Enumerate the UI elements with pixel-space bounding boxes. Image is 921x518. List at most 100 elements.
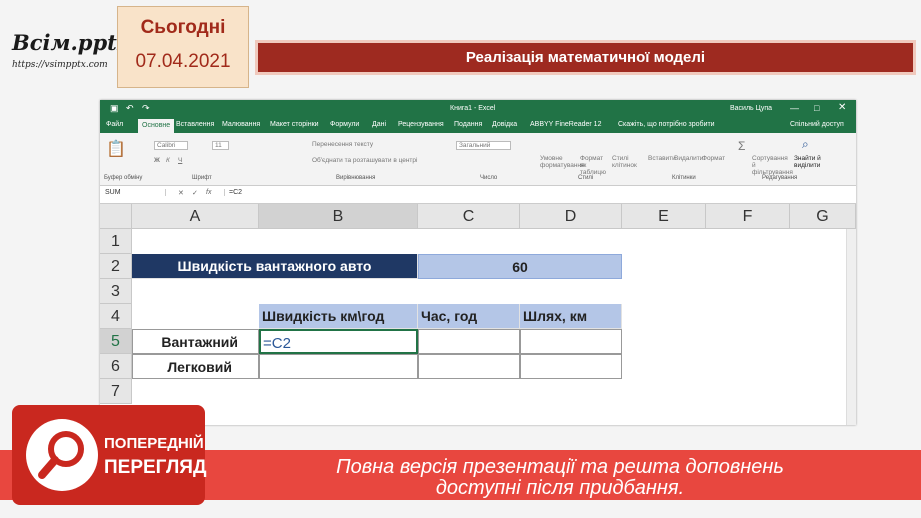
- italic-icon[interactable]: К: [166, 157, 170, 164]
- tell-me-search[interactable]: Скажіть, що потрібно зробити: [618, 121, 715, 128]
- preview-badge: ПОПЕРЕДНІЙ ПЕРЕГЛЯД: [12, 405, 207, 505]
- sort-filter-button[interactable]: Сортування й фільтрування: [752, 155, 793, 176]
- formula-input[interactable]: =C2: [224, 189, 849, 196]
- excel-title-bar: ▣ ↶ ↷ Книга1 - Excel Василь Цупа — □ ✕: [100, 100, 856, 118]
- maximize-icon[interactable]: □: [814, 103, 819, 113]
- date-value: 07.04.2021: [135, 51, 231, 72]
- tab-page-layout[interactable]: Макет сторінки: [270, 121, 319, 128]
- excel-window: ▣ ↶ ↷ Книга1 - Excel Василь Цупа — □ ✕ Ф…: [100, 100, 856, 425]
- group-clipboard: Буфер обміну: [104, 175, 143, 181]
- date-box: Сьогодні 07.04.2021: [117, 6, 249, 88]
- ribbon-tabs: Файл Основне Вставлення Малювання Макет …: [100, 118, 856, 133]
- cell-b5-active[interactable]: =C2: [259, 329, 418, 354]
- cell-a6-label[interactable]: Легковий: [132, 354, 259, 379]
- row-header[interactable]: 5: [100, 329, 132, 354]
- number-format-select[interactable]: Загальний: [456, 141, 512, 150]
- tab-file[interactable]: Файл: [106, 121, 123, 128]
- banner-line-2: доступні після придбання.: [435, 477, 685, 499]
- format-as-table-button[interactable]: Формат як таблицю: [580, 155, 610, 176]
- slide-title: Реалізація математичної моделі: [465, 49, 706, 66]
- underline-icon[interactable]: Ч: [178, 157, 182, 164]
- column-header[interactable]: D: [520, 204, 622, 229]
- cell-c5[interactable]: [418, 329, 520, 354]
- column-header[interactable]: E: [622, 204, 706, 229]
- ribbon: 📋 Calibri 11 Ж К Ч Перенесення тексту Об…: [100, 133, 856, 186]
- tab-review[interactable]: Рецензування: [398, 121, 444, 128]
- row-header[interactable]: 7: [100, 379, 132, 404]
- cell-b4-header[interactable]: Швидкість км\год: [259, 304, 418, 329]
- preview-label-1: ПОПЕРЕДНІЙ: [104, 435, 204, 452]
- user-name[interactable]: Василь Цупа: [730, 105, 772, 112]
- merge-center-button[interactable]: Об'єднати та розташувати в центрі: [312, 157, 417, 164]
- group-alignment: Вирівнювання: [336, 175, 376, 181]
- name-box[interactable]: SUM: [102, 189, 166, 196]
- minimize-icon[interactable]: —: [790, 103, 799, 113]
- cell-d6[interactable]: [520, 354, 622, 379]
- paste-icon[interactable]: 📋: [106, 139, 126, 159]
- tab-view[interactable]: Подання: [454, 121, 482, 128]
- bold-icon[interactable]: Ж: [154, 157, 160, 164]
- tab-formulas[interactable]: Формули: [330, 121, 359, 128]
- format-cells-button[interactable]: Формат: [702, 155, 725, 162]
- tab-draw[interactable]: Малювання: [222, 121, 260, 128]
- insert-cells-button[interactable]: Вставити: [648, 155, 676, 162]
- logo-url: https://vsimpptx.com: [12, 60, 108, 70]
- save-icon[interactable]: ▣: [110, 103, 119, 114]
- cancel-icon[interactable]: ✕: [178, 189, 184, 197]
- formula-bar: SUM ✕ ✓ fx =C2: [100, 187, 856, 204]
- wrap-text-button[interactable]: Перенесення тексту: [312, 141, 373, 148]
- cell-d4-header[interactable]: Шлях, км: [520, 304, 622, 329]
- cell-styles-button[interactable]: Стилі клітинок: [612, 155, 642, 169]
- site-logo: Всім.pptx https://vsimpptx.com: [8, 30, 129, 82]
- autosum-icon[interactable]: Σ: [738, 139, 745, 153]
- group-styles: Стилі: [578, 175, 594, 181]
- close-icon[interactable]: ✕: [838, 102, 846, 113]
- cell-b6[interactable]: [259, 354, 418, 379]
- row-header[interactable]: 2: [100, 254, 132, 279]
- banner-line-1: Повна версія презентації та решта доповн…: [336, 456, 784, 478]
- font-name-select[interactable]: Calibri: [154, 141, 189, 150]
- tab-help[interactable]: Довідка: [492, 121, 517, 128]
- slide-title-bar: Реалізація математичної моделі: [255, 40, 916, 75]
- magnifier-icon: [26, 419, 98, 491]
- group-cells: Клітинки: [672, 175, 696, 181]
- column-header[interactable]: C: [418, 204, 520, 229]
- column-header[interactable]: G: [790, 204, 856, 229]
- search-icon[interactable]: ⌕: [802, 137, 809, 152]
- spreadsheet-grid[interactable]: A B C D E F G 1 2 3 4 5 6 7 Швидкість ва…: [100, 204, 856, 425]
- find-select-button[interactable]: Знайти й виділити: [794, 155, 834, 169]
- enter-icon[interactable]: ✓: [192, 189, 198, 197]
- function-icon[interactable]: fx: [206, 189, 211, 196]
- cell-a2-title[interactable]: Швидкість вантажного авто: [132, 254, 418, 279]
- tab-data[interactable]: Дані: [372, 121, 386, 128]
- cell-c6[interactable]: [418, 354, 520, 379]
- window-title: Книга1 - Excel: [450, 105, 496, 112]
- row-header[interactable]: 6: [100, 354, 132, 379]
- tab-insert[interactable]: Вставлення: [176, 121, 214, 128]
- column-header[interactable]: F: [706, 204, 790, 229]
- group-editing: Редагування: [762, 175, 798, 181]
- select-all-corner[interactable]: [100, 204, 132, 229]
- cell-d5[interactable]: [520, 329, 622, 354]
- vertical-scrollbar[interactable]: [846, 229, 856, 425]
- tab-home[interactable]: Основне: [138, 119, 175, 133]
- redo-icon[interactable]: ↷: [142, 103, 150, 114]
- cell-c2-value[interactable]: 60: [418, 254, 622, 279]
- date-label: Сьогодні: [140, 17, 226, 38]
- font-size-select[interactable]: 11: [212, 141, 229, 150]
- row-header[interactable]: 4: [100, 304, 132, 329]
- conditional-format-button[interactable]: Умовне форматування: [540, 155, 585, 169]
- share-button[interactable]: Спільний доступ: [790, 121, 844, 128]
- tab-abbyy[interactable]: ABBYY FineReader 12: [530, 121, 601, 128]
- column-header[interactable]: B: [259, 204, 418, 229]
- cell-c4-header[interactable]: Час, год: [418, 304, 520, 329]
- row-header[interactable]: 3: [100, 279, 132, 304]
- group-number: Число: [480, 175, 498, 181]
- logo-text: Всім.pptx: [12, 30, 130, 55]
- column-header[interactable]: A: [132, 204, 259, 229]
- cell-a5-label[interactable]: Вантажний: [132, 329, 259, 354]
- delete-cells-button[interactable]: Видалити: [674, 155, 703, 162]
- row-header[interactable]: 1: [100, 229, 132, 254]
- undo-icon[interactable]: ↶: [126, 103, 134, 114]
- group-font: Шрифт: [192, 175, 212, 181]
